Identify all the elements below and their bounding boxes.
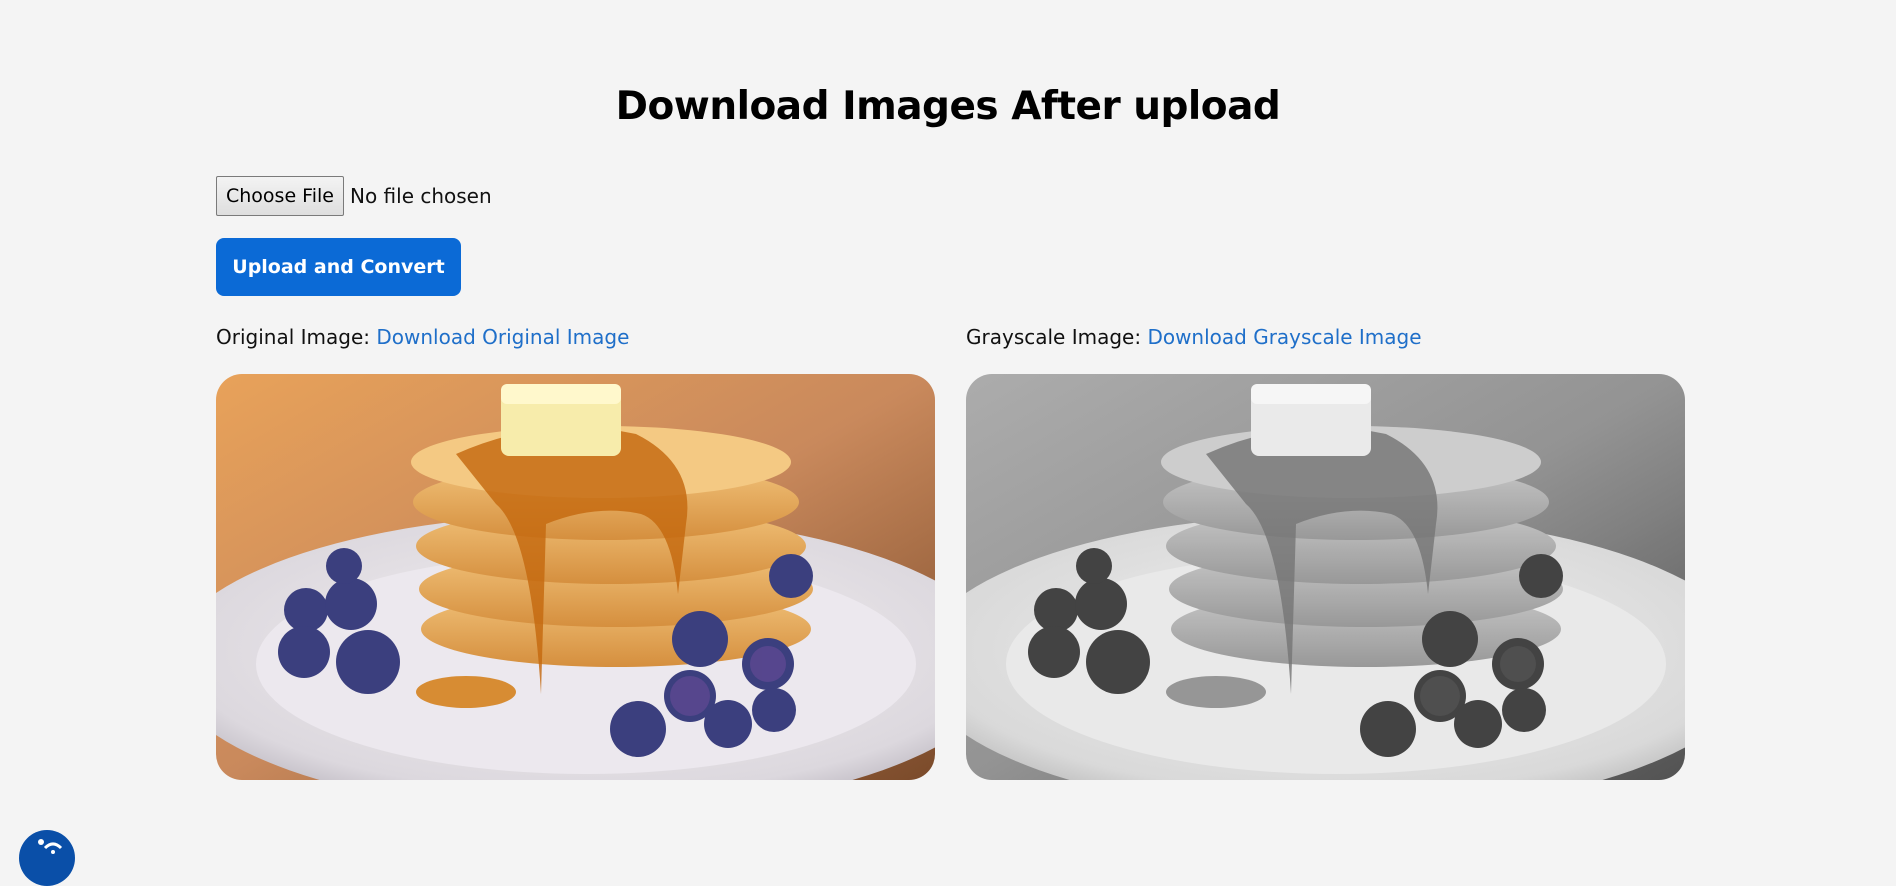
grayscale-image [966, 374, 1685, 780]
original-image [216, 374, 935, 780]
download-original-link[interactable]: Download Original Image [376, 325, 629, 349]
grayscale-image-caption: Grayscale Image: Download Grayscale Imag… [966, 325, 1422, 349]
grayscale-caption-label: Grayscale Image: [966, 325, 1142, 349]
accessibility-glyph [38, 839, 63, 854]
original-image-caption: Original Image: Download Original Image [216, 325, 629, 349]
file-input[interactable]: Choose File No file chosen [216, 176, 492, 216]
original-caption-label: Original Image: [216, 325, 370, 349]
pancake-image [216, 374, 935, 780]
upload-and-convert-button[interactable]: Upload and Convert [216, 238, 461, 296]
choose-file-button[interactable]: Choose File [216, 176, 344, 216]
page-title: Download Images After upload [615, 84, 1281, 129]
download-grayscale-link[interactable]: Download Grayscale Image [1147, 325, 1421, 349]
accessibility-icon[interactable] [19, 830, 75, 886]
file-status: No file chosen [349, 184, 492, 208]
pancake-grayscale-image [966, 374, 1685, 780]
